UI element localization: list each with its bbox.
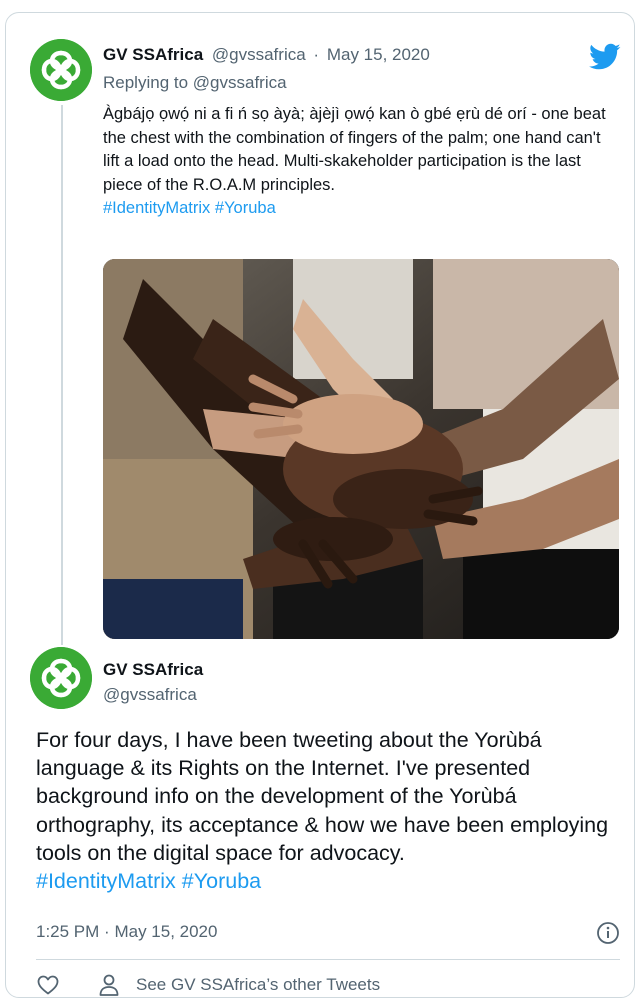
- person-icon: [99, 974, 119, 996]
- tweet-date: May 15, 2020: [114, 922, 218, 941]
- knot-logo-icon: [30, 647, 92, 709]
- stacked-hands-photo: [103, 259, 619, 639]
- avatar[interactable]: [30, 647, 92, 709]
- see-other-tweets-link[interactable]: See GV SSAfrica’s other Tweets: [136, 975, 380, 995]
- display-name[interactable]: GV SSAfrica: [103, 660, 203, 680]
- tweet-body: For four days, I have been tweeting abou…: [36, 728, 609, 865]
- hashtag-link[interactable]: #IdentityMatrix: [103, 199, 210, 217]
- replying-to-line: Replying to @gvssafrica: [103, 73, 287, 93]
- user-handle[interactable]: @gvssafrica: [212, 45, 306, 64]
- thread-connector-line: [61, 105, 63, 645]
- tweet-date[interactable]: May 15, 2020: [327, 45, 430, 64]
- hashtag-link[interactable]: #IdentityMatrix: [36, 869, 176, 893]
- separator-dot: ·: [313, 45, 320, 64]
- tweet-time: 1:25 PM: [36, 922, 100, 941]
- reply-tweet-header: GV SSAfrica @gvssafrica · May 15, 2020: [103, 45, 583, 65]
- avatar[interactable]: [30, 39, 92, 101]
- replying-prefix: Replying to: [103, 73, 189, 92]
- heart-icon[interactable]: [36, 973, 60, 997]
- tweet-body: Àgbájọ ọwọ́ ni a fi ń sọ àyà; àjèjì ọwọ́…: [103, 105, 606, 194]
- hashtag-link[interactable]: #Yoruba: [182, 869, 261, 893]
- tweet-timestamp[interactable]: 1:25 PM · May 15, 2020: [36, 922, 217, 942]
- hashtag-link[interactable]: #Yoruba: [215, 199, 276, 217]
- separator-dot: ·: [104, 922, 110, 941]
- knot-logo-icon: [30, 39, 92, 101]
- display-name[interactable]: GV SSAfrica: [103, 45, 203, 64]
- twitter-bird-icon[interactable]: [589, 43, 621, 71]
- divider: [36, 959, 620, 960]
- main-tweet-text: For four days, I have been tweeting abou…: [36, 726, 626, 895]
- embedded-tweet-card: GV SSAfrica @gvssafrica · May 15, 2020 R…: [5, 12, 635, 998]
- tweet-image[interactable]: [103, 259, 619, 639]
- reply-tweet-text: Àgbájọ ọwọ́ ni a fi ń sọ àyà; àjèjì ọwọ́…: [103, 103, 613, 221]
- replying-to-handle[interactable]: @gvssafrica: [193, 73, 287, 92]
- info-icon[interactable]: [596, 921, 620, 945]
- user-handle[interactable]: @gvssafrica: [103, 685, 197, 705]
